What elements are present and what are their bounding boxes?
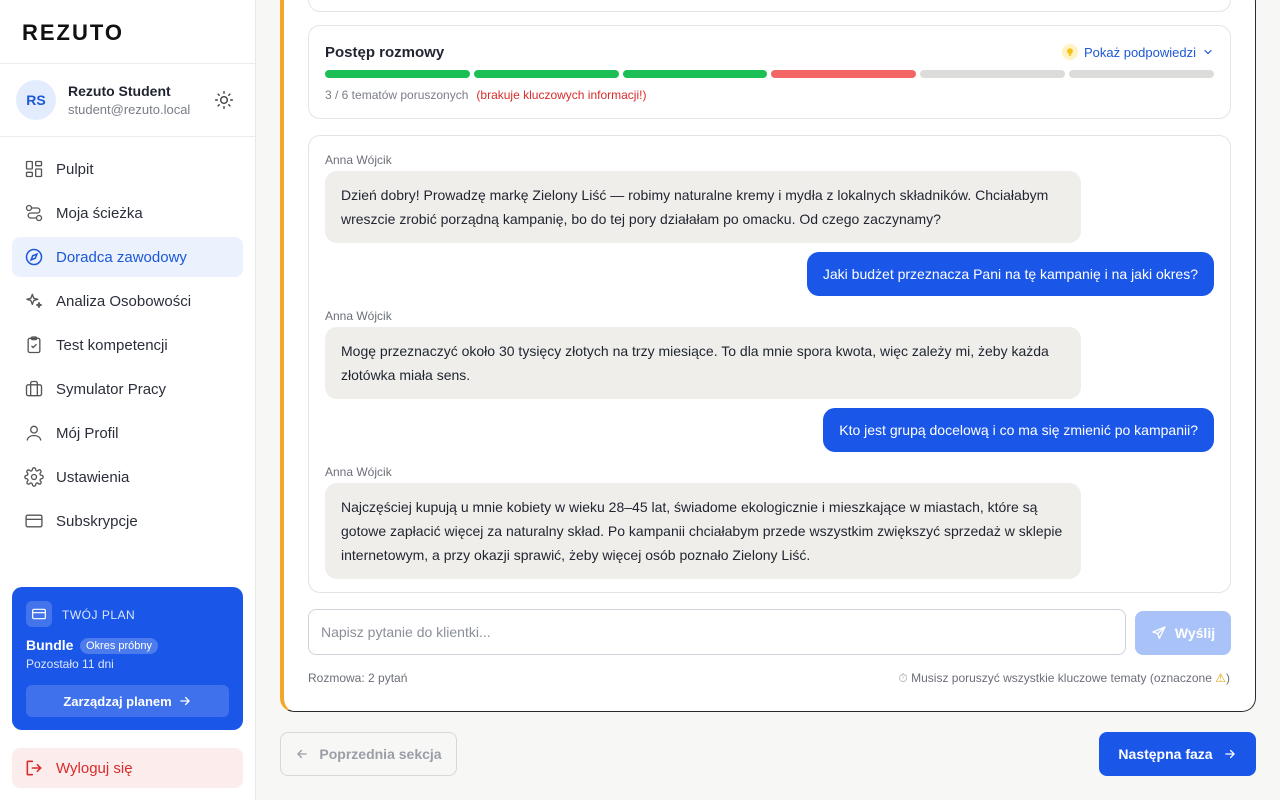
- user-name: Rezuto Student: [68, 83, 171, 99]
- briefcase-icon: [24, 379, 44, 399]
- previous-section-label: Poprzednia sekcja: [319, 746, 442, 762]
- sidebar-item-label: Test kompetencji: [56, 336, 168, 354]
- sidebar-item-ustawienia[interactable]: Ustawienia: [12, 457, 243, 497]
- user-icon: [24, 423, 44, 443]
- requirement-end: ): [1226, 671, 1230, 685]
- compass-icon: [24, 247, 44, 267]
- sidebar-item-test-kompetencji[interactable]: Test kompetencji: [12, 325, 243, 365]
- path-icon: [24, 203, 44, 223]
- plan-label: TWÓJ PLAN: [62, 608, 136, 622]
- plan-remaining: Pozostało 11 dni: [26, 657, 114, 671]
- requirement-note: ⏱ Musisz poruszyć wszystkie kluczowe tem…: [898, 671, 1230, 686]
- sidebar-item-analiza-osobowosci[interactable]: Analiza Osobowości: [12, 281, 243, 321]
- logout-label: Wyloguj się: [56, 759, 133, 777]
- progress-segment-empty: [1069, 70, 1214, 78]
- chevron-down-icon: [1204, 49, 1212, 55]
- sidebar-item-label: Pulpit: [56, 160, 94, 178]
- previous-section-button[interactable]: Poprzednia sekcja: [280, 732, 457, 776]
- lightbulb-icon: [1061, 44, 1078, 60]
- progress-segment-complete: [325, 70, 470, 78]
- plan-name: Bundle: [26, 637, 74, 653]
- sidebar-item-symulator-pracy[interactable]: Symulator Pracy: [12, 369, 243, 409]
- client-message: Mogę przeznaczyć około 30 tysięcy złotyc…: [325, 327, 1081, 399]
- sidebar-item-pulpit[interactable]: Pulpit: [12, 149, 243, 189]
- sidebar-item-moj-profil[interactable]: Mój Profil: [12, 413, 243, 453]
- progress-segment-complete: [473, 70, 619, 78]
- message-sender: Anna Wójcik: [325, 465, 392, 479]
- message-sender: Anna Wójcik: [325, 309, 392, 323]
- warning-icon: ⚠: [1215, 671, 1226, 685]
- sparkles-icon: [24, 291, 44, 311]
- timer-icon: ⏱: [898, 671, 908, 685]
- avatar[interactable]: RS: [16, 80, 56, 120]
- sidebar-item-label: Subskrypcje: [56, 512, 138, 530]
- logout-button[interactable]: Wyloguj się: [12, 748, 243, 788]
- sidebar-item-subskrypcje[interactable]: Subskrypcje: [12, 501, 243, 541]
- plan-badge: Okres próbny: [80, 638, 159, 654]
- sidebar-item-label: Doradca zawodowy: [56, 248, 187, 266]
- card-icon: [24, 511, 44, 531]
- dashboard-icon: [24, 159, 44, 179]
- sun-icon: [214, 90, 234, 110]
- sidebar-nav: Pulpit Moja ścieżka Doradca zawodowy Ana…: [12, 149, 243, 545]
- show-hints-label: Pokaż podpowiedzi: [1083, 44, 1196, 60]
- progress-segment-missing: [771, 70, 917, 78]
- user-message: Kto jest grupą docelową i co ma się zmie…: [823, 408, 1214, 452]
- next-phase-button[interactable]: Następna faza: [1099, 732, 1256, 776]
- question-input[interactable]: [308, 609, 1126, 655]
- progress-bar: [325, 70, 1214, 78]
- progress-warning: (brakuje kluczowych informacji!): [476, 88, 647, 102]
- progress-card: Postęp rozmowy Pokaż podpowiedzi 3 / 6 t…: [308, 25, 1231, 119]
- previous-card: [308, 0, 1231, 12]
- show-hints-button[interactable]: Pokaż podpowiedzi: [1061, 44, 1214, 60]
- gear-icon: [24, 467, 44, 487]
- progress-stat: 3 / 6 tematów poruszonych (brakuje kluczo…: [325, 88, 646, 102]
- send-button[interactable]: Wyślij: [1135, 611, 1231, 655]
- sidebar-item-moja-sciezka[interactable]: Moja ścieżka: [12, 193, 243, 233]
- topics-count: 3 / 6 tematów poruszonych: [325, 88, 469, 102]
- progress-segment-empty: [920, 70, 1066, 78]
- question-counter: Rozmowa: 2 pytań: [308, 671, 408, 685]
- sidebar: REZUTO RS Rezuto Student student@rezuto.…: [0, 0, 256, 800]
- sidebar-item-label: Ustawienia: [56, 468, 130, 486]
- user-card: RS Rezuto Student student@rezuto.local: [16, 80, 240, 120]
- user-email: student@rezuto.local: [68, 102, 191, 117]
- sidebar-item-doradca-zawodowy[interactable]: Doradca zawodowy: [12, 237, 243, 277]
- arrow-left-icon: [297, 749, 308, 759]
- sidebar-item-label: Analiza Osobowości: [56, 292, 192, 310]
- divider: [0, 136, 255, 137]
- arrow-right-icon: [179, 696, 190, 706]
- send-icon: [1152, 626, 1166, 639]
- manage-plan-label: Zarządzaj planem: [63, 693, 172, 709]
- sidebar-item-label: Moja ścieżka: [56, 204, 143, 222]
- progress-title: Postęp rozmowy: [325, 44, 445, 61]
- user-message: Jaki budżet przeznacza Pani na tę kampan…: [806, 252, 1214, 296]
- client-message: Najczęściej kupują u mnie kobiety w wiek…: [325, 483, 1081, 579]
- divider: [0, 63, 255, 64]
- message-sender: Anna Wójcik: [325, 153, 392, 167]
- arrow-right-icon: [1224, 749, 1235, 759]
- card-icon: [26, 601, 52, 627]
- sidebar-item-label: Symulator Pracy: [56, 380, 167, 398]
- progress-segment-complete: [622, 70, 768, 78]
- plan-card: TWÓJ PLAN Bundle Okres próbny Pozostało …: [12, 587, 243, 730]
- chat-panel: Anna Wójcik Dzień dobry! Prowadzę markę …: [308, 135, 1231, 593]
- manage-plan-button[interactable]: Zarządzaj planem: [26, 685, 229, 717]
- client-message: Dzień dobry! Prowadzę markę Zielony Liść…: [325, 171, 1081, 243]
- send-label: Wyślij: [1174, 625, 1216, 641]
- clipboard-icon: [24, 335, 44, 355]
- sidebar-item-label: Mój Profil: [56, 424, 119, 442]
- logout-icon: [26, 760, 42, 776]
- next-phase-label: Następna faza: [1118, 746, 1213, 762]
- requirement-text: Musisz poruszyć wszystkie kluczowe temat…: [911, 671, 1212, 685]
- theme-toggle-button[interactable]: [212, 88, 236, 112]
- app-logo[interactable]: REZUTO: [22, 20, 124, 46]
